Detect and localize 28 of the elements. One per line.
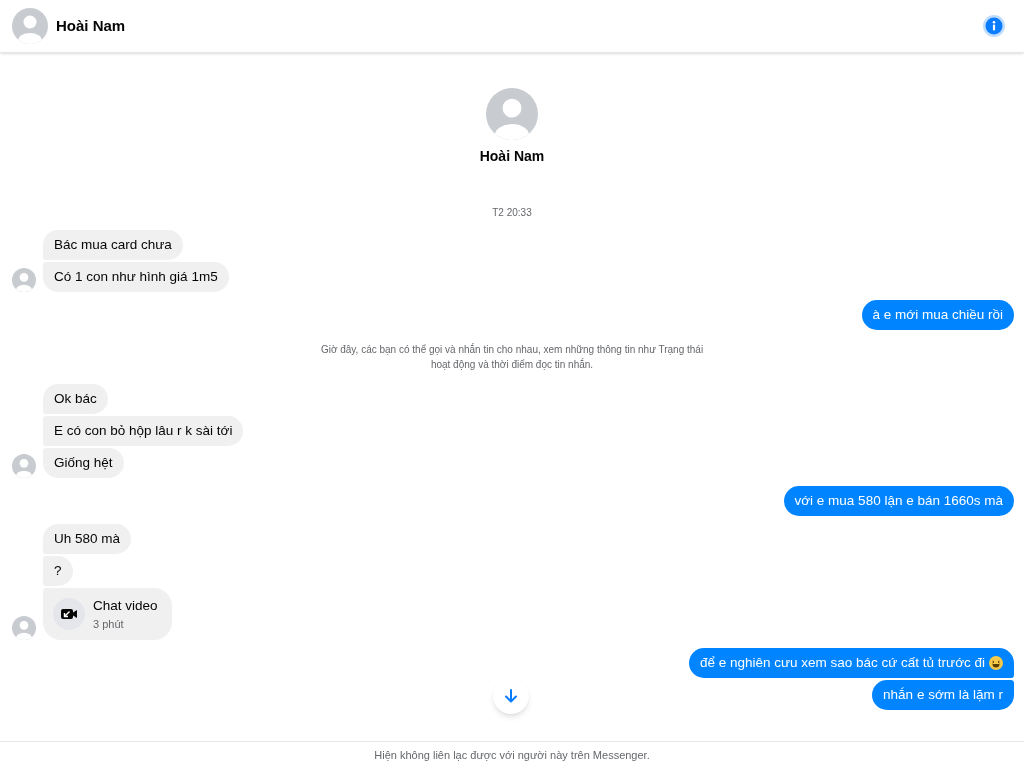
message-bubble: Uh 580 mà [43, 524, 132, 554]
message-bubble: Giống hệt [43, 448, 124, 478]
message-bubble: Có 1 con như hình giá 1m5 [43, 262, 229, 292]
message-bubble: Bác mua card chưa [43, 230, 183, 260]
call-duration: 3 phút [93, 616, 125, 632]
video-call-card[interactable]: Chat video 3 phút [43, 588, 172, 640]
avatar [12, 616, 36, 640]
message-bubble: ? [43, 556, 73, 586]
contact-name: Hoài Nam [56, 15, 126, 36]
status-notice: Hiện không liên lạc được với người này trên Messenger. [374, 748, 650, 764]
avatar [12, 8, 48, 44]
timestamp: T2 20:33 [492, 206, 532, 220]
message-bubble: với e mua 580 lận e bán 1660s mà [783, 486, 1014, 516]
info-icon[interactable] [983, 15, 1005, 37]
message-bubble: E có con bỏ hộp lâu r k sài tới [43, 416, 244, 446]
message-bubble: Ok bác [43, 384, 108, 414]
message-bubble: à e mới mua chiều rồi [861, 300, 1014, 330]
avatar [12, 454, 36, 478]
video-camera-icon [53, 598, 85, 630]
arrow-down-icon [503, 688, 519, 704]
profile-name: Hoài Nam [479, 147, 545, 166]
profile-avatar [486, 88, 538, 140]
message-bubble: nhắn e sớm là lặm r [872, 680, 1014, 710]
message-bubble: để e nghiên cưu xem sao bác cứ cất tủ trước đi [688, 648, 1014, 678]
scroll-down-button[interactable] [493, 678, 529, 714]
avatar [12, 268, 36, 292]
call-title: Chat video [93, 596, 158, 615]
system-notice: Giờ đây, các bạn có thể gọi và nhắn tin cho nhau, xem những thông tin như Trạng thái hoạt động và thời điểm đọc tin nhắn. [319, 342, 705, 372]
